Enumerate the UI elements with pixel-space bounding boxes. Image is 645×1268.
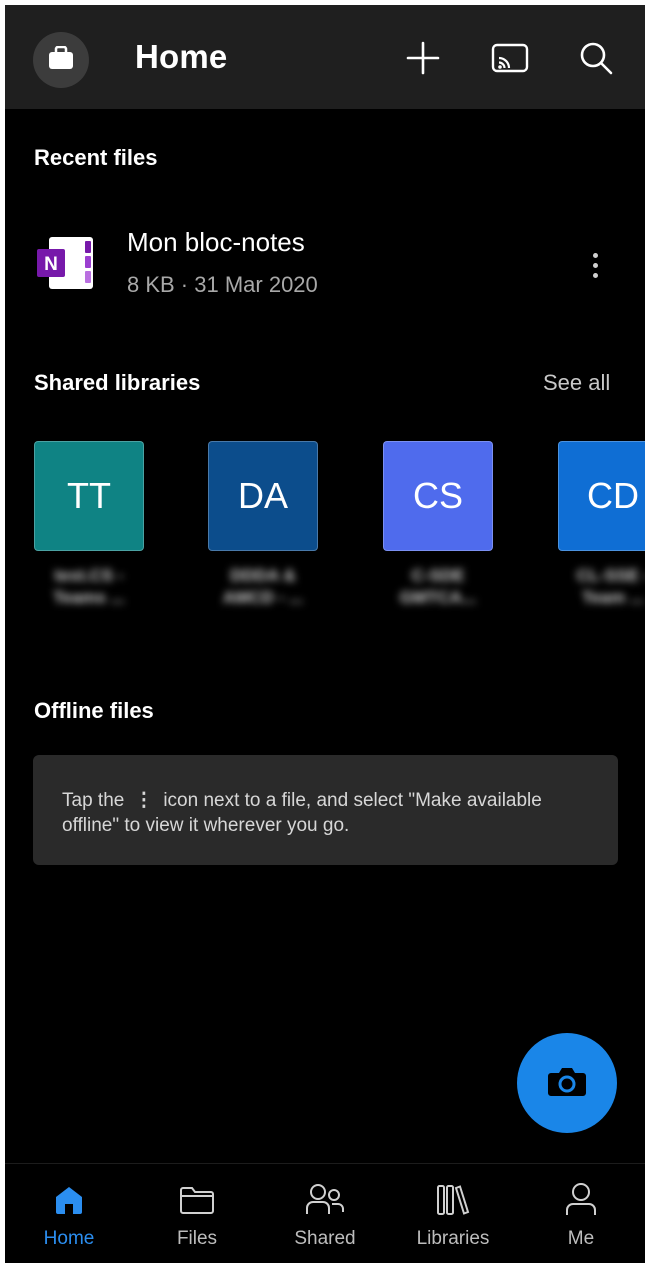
more-dot	[592, 252, 598, 258]
person-icon	[517, 1180, 645, 1220]
home-icon	[5, 1180, 133, 1220]
nav-label: Shared	[294, 1228, 356, 1249]
cast-icon	[491, 42, 529, 79]
cast-button[interactable]	[485, 35, 535, 85]
library-tile: CS	[383, 441, 493, 551]
library-initials: DA	[237, 475, 288, 516]
nav-label: Files	[176, 1228, 218, 1249]
nav-files[interactable]: Files	[133, 1164, 261, 1263]
library-initials: CD	[587, 475, 639, 516]
page-title: Home	[135, 38, 228, 75]
see-all-link[interactable]: See all	[543, 370, 610, 396]
library-name: CL-SSE - Team ...	[576, 566, 645, 607]
library-name: DDDA & AMCD - ...	[222, 566, 304, 607]
library-item[interactable]: CS C-SDE GMTCA...	[383, 441, 493, 609]
shared-libraries-heading: Shared libraries	[34, 370, 201, 395]
more-dot	[592, 262, 598, 268]
nav-libraries[interactable]: Libraries	[389, 1164, 517, 1263]
offline-files-heading: Offline files	[34, 698, 154, 723]
folder-icon	[133, 1180, 261, 1220]
svg-text:N: N	[44, 254, 58, 275]
file-meta: 8 KB · 31 Mar 2020	[127, 272, 318, 297]
offline-message-start: Tap the	[62, 790, 125, 811]
library-initials: TT	[67, 475, 111, 516]
briefcase-icon	[48, 45, 74, 75]
nav-shared[interactable]: Shared	[261, 1164, 389, 1263]
nav-home[interactable]: Home	[5, 1164, 133, 1263]
library-tile: TT	[34, 441, 144, 551]
more-dot	[592, 272, 598, 278]
people-icon	[261, 1180, 389, 1220]
library-tile: DA	[208, 441, 318, 551]
search-button[interactable]	[571, 35, 621, 85]
offline-info-card: Tap the ⋮ icon next to a file, and select …	[33, 755, 618, 865]
bottom-navigation: Home Files Shared Libraries Me	[5, 1163, 645, 1263]
onedrive-home-screen: Home Recent files N Mon bloc-notes 8 KB …	[5, 5, 645, 1263]
nav-label: Home	[43, 1228, 95, 1249]
camera-icon	[547, 1064, 587, 1103]
library-name: test.CS - Teams ...	[53, 566, 125, 607]
library-item[interactable]: TT test.CS - Teams ...	[34, 441, 144, 609]
search-icon	[579, 41, 613, 80]
add-button[interactable]	[398, 35, 448, 85]
account-switcher[interactable]	[33, 32, 89, 88]
libraries-icon	[389, 1180, 517, 1220]
recent-files-heading: Recent files	[34, 145, 158, 170]
library-item[interactable]: CD CL-SSE - Team ...	[558, 441, 645, 609]
library-item[interactable]: DA DDDA & AMCD - ...	[208, 441, 318, 609]
library-tile: CD	[558, 441, 645, 551]
more-options-button[interactable]	[575, 240, 615, 290]
library-initials: CS	[412, 475, 463, 516]
nav-label: Libraries	[416, 1228, 490, 1249]
onenote-icon: N	[35, 233, 95, 293]
more-options-icon: ⋮	[134, 790, 154, 811]
nav-me[interactable]: Me	[517, 1164, 645, 1263]
file-name: Mon bloc-notes	[127, 227, 305, 257]
nav-label: Me	[567, 1228, 595, 1249]
recent-file-item[interactable]: N Mon bloc-notes 8 KB · 31 Mar 2020	[5, 210, 645, 300]
library-name: C-SDE GMTCA...	[399, 566, 477, 607]
plus-icon	[405, 40, 441, 81]
camera-scan-button[interactable]	[517, 1033, 617, 1133]
app-header: Home	[5, 5, 645, 109]
